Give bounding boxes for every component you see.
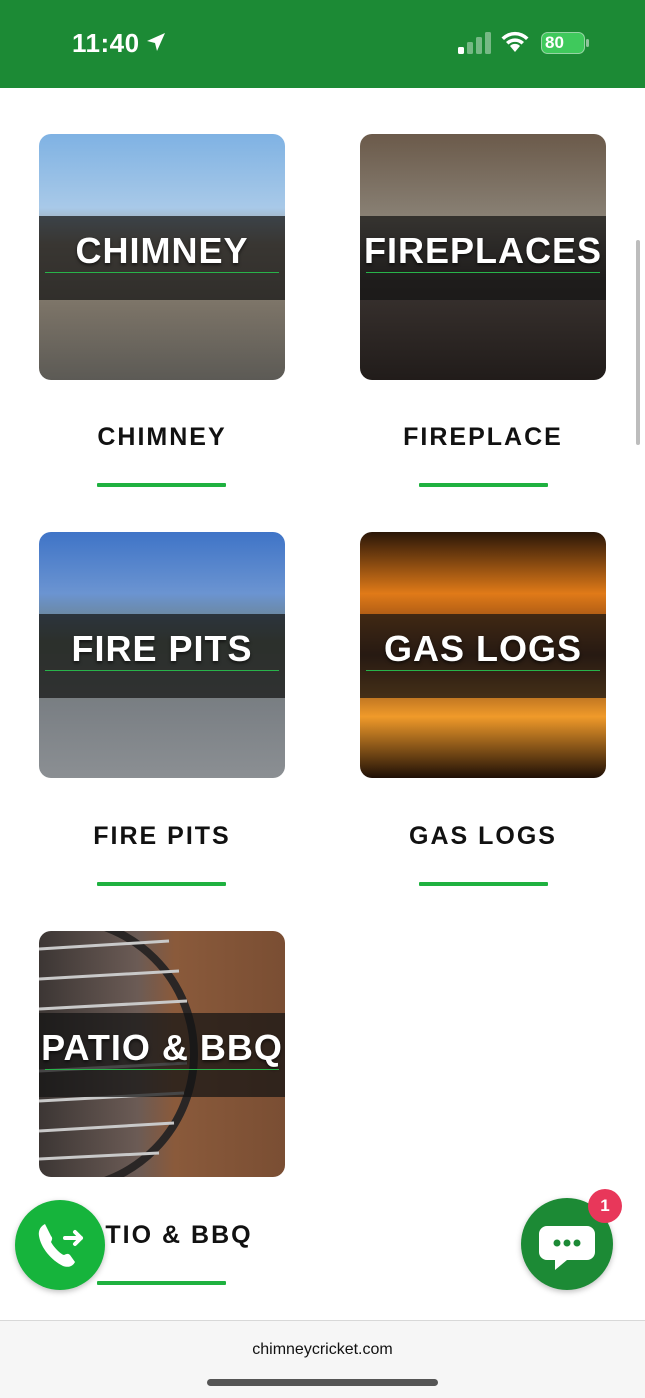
image-caption-band: FIREPLACES [360, 216, 606, 300]
caption-divider [366, 670, 600, 671]
category-label-fireplace[interactable]: FIREPLACE [360, 423, 606, 452]
category-card-patio-bbq[interactable]: PATIO & BBQ [39, 931, 285, 1177]
image-caption-band: CHIMNEY [39, 216, 285, 300]
home-indicator[interactable] [207, 1379, 438, 1386]
category-card-chimney[interactable]: CHIMNEY [39, 134, 285, 380]
image-caption: FIREPLACES [363, 230, 603, 271]
caption-divider [45, 670, 279, 671]
wifi-icon [501, 31, 529, 52]
category-underline [419, 483, 548, 487]
image-caption-band: GAS LOGS [360, 614, 606, 698]
url-text[interactable]: chimneycricket.com [0, 1341, 645, 1359]
category-card-fireplace[interactable]: FIREPLACES [360, 134, 606, 380]
image-caption: FIRE PITS [71, 628, 253, 669]
category-underline [97, 1281, 226, 1285]
phone-forward-icon [38, 1224, 83, 1267]
status-time: 11:40 [72, 28, 140, 58]
image-caption: GAS LOGS [383, 628, 583, 669]
caption-divider [366, 272, 600, 273]
caption-divider [45, 272, 279, 273]
image-caption-band: FIRE PITS [39, 614, 285, 698]
location-arrow-icon [147, 33, 165, 51]
browser-address-bar[interactable]: chimneycricket.com [0, 1320, 645, 1398]
category-underline [97, 483, 226, 487]
cellular-signal-icon [458, 32, 491, 54]
image-caption-band: PATIO & BBQ [39, 1013, 285, 1097]
category-underline [97, 882, 226, 886]
category-card-gas-logs[interactable]: GAS LOGS [360, 532, 606, 778]
image-caption: PATIO & BBQ [41, 1027, 283, 1068]
caption-divider [45, 1069, 279, 1070]
category-card-fire-pits[interactable]: FIRE PITS [39, 532, 285, 778]
chat-notification-badge: 1 [588, 1189, 622, 1223]
call-button[interactable] [15, 1200, 105, 1290]
category-label-chimney[interactable]: CHIMNEY [39, 423, 285, 452]
battery-level: 80 [545, 33, 564, 52]
status-bar: 11:40 80 [0, 0, 645, 88]
image-caption: CHIMNEY [75, 230, 249, 271]
category-label-gas-logs[interactable]: GAS LOGS [360, 822, 606, 851]
category-underline [419, 882, 548, 886]
scroll-indicator[interactable] [636, 240, 640, 445]
category-label-fire-pits[interactable]: FIRE PITS [39, 822, 285, 851]
